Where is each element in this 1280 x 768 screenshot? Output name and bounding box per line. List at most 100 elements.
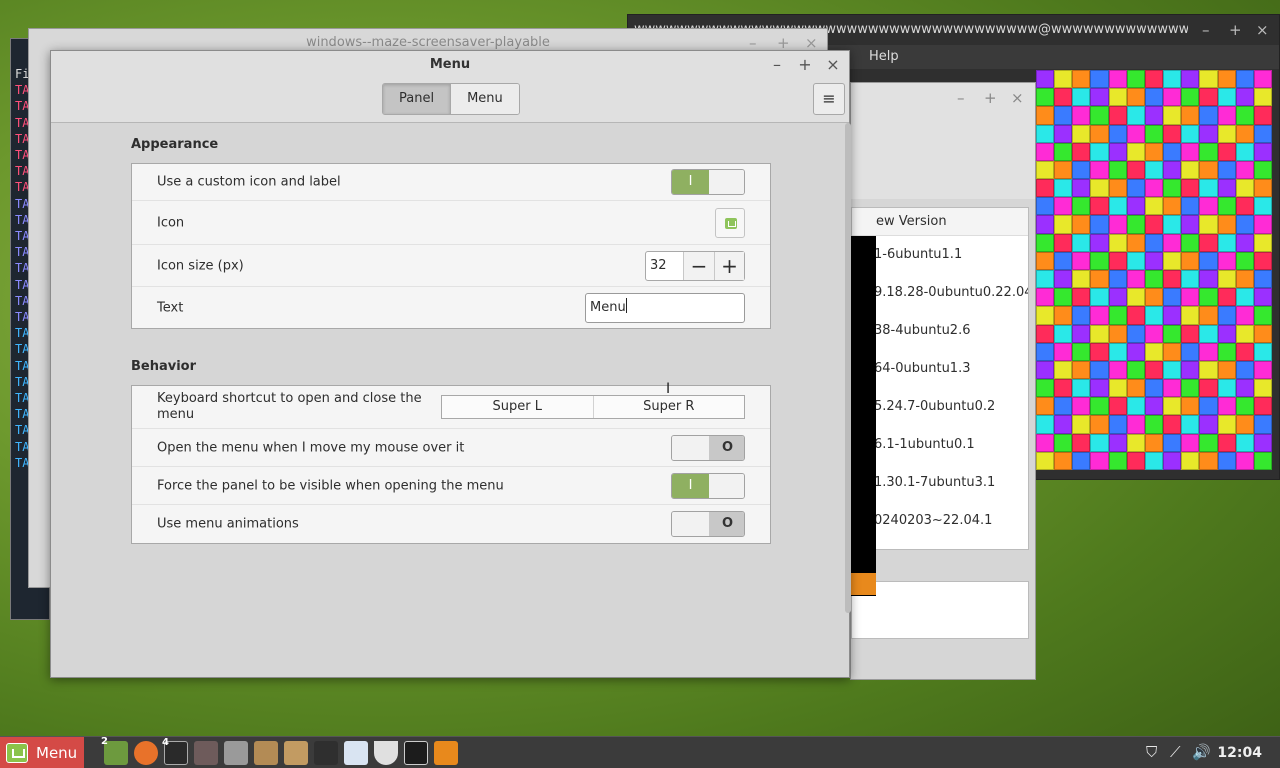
maze-cell xyxy=(1253,306,1272,325)
maze-cell xyxy=(1126,397,1145,416)
vertical-scrollbar[interactable] xyxy=(845,123,851,613)
maze-cell xyxy=(1054,160,1073,180)
maze-cell xyxy=(1144,179,1164,198)
maze-cell xyxy=(1217,415,1236,434)
hover-label: Open the menu when I move my mouse over … xyxy=(157,440,465,455)
tab-panel[interactable]: Panel xyxy=(383,84,451,114)
firefox-icon[interactable] xyxy=(134,741,158,765)
new-version-column-header[interactable]: ew Version xyxy=(852,208,1028,236)
drive-icon[interactable] xyxy=(404,741,428,765)
dialog-titlebar[interactable]: Menu – + × xyxy=(51,51,849,79)
hover-open-switch[interactable]: O xyxy=(671,434,745,461)
start-menu-button[interactable]: Menu xyxy=(0,737,84,768)
maze-cell xyxy=(1217,342,1236,361)
terminal-close-button[interactable]: × xyxy=(1256,21,1269,39)
maze-cell xyxy=(1144,342,1164,361)
update-package-list[interactable]: ew Version 1-6ubuntu1.1 9.18.28-0ubuntu0.… xyxy=(851,207,1029,550)
maze-cell xyxy=(1253,179,1272,198)
shortcut-super-l[interactable]: Super L xyxy=(442,396,593,418)
menu-text-input[interactable]: Menu xyxy=(585,292,745,323)
maze-cell xyxy=(1054,233,1073,252)
update-version-row[interactable]: 9.18.28-0ubuntu0.22.04. xyxy=(852,274,1028,312)
update-maximize-button[interactable]: + xyxy=(984,89,997,107)
taskbar: Menu 2 4 ⛉ ⟋ 🔊 12:04 xyxy=(0,736,1280,768)
package-icon[interactable] xyxy=(254,741,278,765)
update-version-row[interactable]: 0240203~22.04.1 xyxy=(852,502,1028,540)
shortcut-label: Keyboard shortcut to open and close the … xyxy=(157,391,422,422)
force-visible-switch[interactable]: I xyxy=(671,472,745,499)
maze-app-icon[interactable] xyxy=(434,741,458,765)
maze-cell xyxy=(1235,360,1254,380)
maze-cell xyxy=(1072,360,1091,380)
maze-cell xyxy=(1036,360,1055,380)
maze-cell xyxy=(1126,215,1145,234)
shortcut-super-r[interactable]: Super R xyxy=(592,396,745,418)
maze-cell xyxy=(1217,451,1236,470)
maze-cell xyxy=(1144,124,1164,143)
maze-cell xyxy=(1126,433,1145,452)
maze-cell xyxy=(1126,415,1145,434)
maze-cell xyxy=(1163,124,1182,143)
shield-tray-icon[interactable]: ⛉ xyxy=(1146,743,1157,761)
text-cursor-icon: I xyxy=(666,381,671,397)
maze-cell xyxy=(1217,215,1236,234)
maze-pixel-grid xyxy=(1036,70,1272,470)
decrement-button[interactable]: − xyxy=(684,251,714,280)
custom-icon-switch[interactable]: I xyxy=(671,169,745,195)
maze-cell xyxy=(1235,160,1254,180)
maze-cell xyxy=(1090,269,1109,289)
document-icon[interactable] xyxy=(344,741,368,765)
terminal-minimize-button[interactable]: – xyxy=(1202,21,1210,39)
maze-cell xyxy=(1199,342,1218,361)
files-app-icon[interactable]: 2 xyxy=(101,736,128,765)
maze-cell xyxy=(1253,124,1272,143)
background-update-manager-window[interactable]: – + × ew Version 1-6ubuntu1.1 9.18.28-0ub… xyxy=(850,82,1036,680)
setting-row-shortcut: Keyboard shortcut to open and close the … xyxy=(132,386,770,429)
update-version-row[interactable]: 5.24.7-0ubuntu0.2 xyxy=(852,388,1028,426)
maze-cell xyxy=(1163,324,1182,343)
shortcut-keybinding: Super L Super R xyxy=(441,395,745,419)
app-window-icon[interactable] xyxy=(194,741,218,765)
text-caret xyxy=(625,297,627,313)
maze-cell xyxy=(1144,379,1164,398)
icon-size-input[interactable]: 32 xyxy=(646,251,684,280)
terminal-icon[interactable]: 4 xyxy=(162,737,188,765)
update-close-button[interactable]: × xyxy=(1011,89,1024,107)
maze-cell xyxy=(1163,197,1182,216)
animations-switch[interactable]: O xyxy=(671,511,745,537)
maze-cell xyxy=(1144,415,1164,434)
maze-cell xyxy=(1163,306,1182,325)
blank-window-icon[interactable] xyxy=(314,741,338,765)
tab-menu[interactable]: Menu xyxy=(450,84,519,114)
setting-row-custom-icon: Use a custom icon and label I xyxy=(132,164,770,201)
increment-button[interactable]: + xyxy=(714,251,744,280)
hamburger-menu-button[interactable]: ≡ xyxy=(813,83,845,115)
minimize-button[interactable]: – xyxy=(767,55,787,75)
update-minimize-button[interactable]: – xyxy=(957,89,965,107)
maximize-button[interactable]: + xyxy=(795,55,815,75)
archive-icon[interactable] xyxy=(284,741,308,765)
maze-cell xyxy=(1054,360,1073,380)
update-version-row[interactable]: 38-4ubuntu2.6 xyxy=(852,312,1028,350)
volume-tray-icon[interactable]: 🔊 xyxy=(1192,743,1211,761)
network-tray-icon[interactable]: ⟋ xyxy=(1170,743,1181,761)
maze-cell xyxy=(1090,106,1109,125)
maze-cell xyxy=(1036,433,1055,452)
settings-app-icon[interactable] xyxy=(224,741,248,765)
maze-cell xyxy=(1036,324,1055,343)
update-version-row[interactable]: 1-6ubuntu1.1 xyxy=(852,236,1028,274)
clock[interactable]: 12:04 xyxy=(1217,737,1262,768)
update-version-row[interactable]: 64-0ubuntu1.3 xyxy=(852,350,1028,388)
maze-cell xyxy=(1181,379,1200,398)
terminal-maximize-button[interactable]: + xyxy=(1229,21,1242,39)
maze-cell xyxy=(1144,324,1164,343)
maze-cell xyxy=(1217,160,1236,180)
update-version-row[interactable]: 1.30.1-7ubuntu3.1 xyxy=(852,464,1028,502)
shield-icon[interactable] xyxy=(374,741,398,765)
maze-cell xyxy=(1036,160,1055,180)
switch-off-indicator: O xyxy=(709,512,744,536)
close-button[interactable]: × xyxy=(823,55,843,75)
icon-chooser-button[interactable] xyxy=(715,207,745,238)
help-menu[interactable]: Help xyxy=(869,49,899,64)
update-version-row[interactable]: 6.1-1ubuntu0.1 xyxy=(852,426,1028,464)
